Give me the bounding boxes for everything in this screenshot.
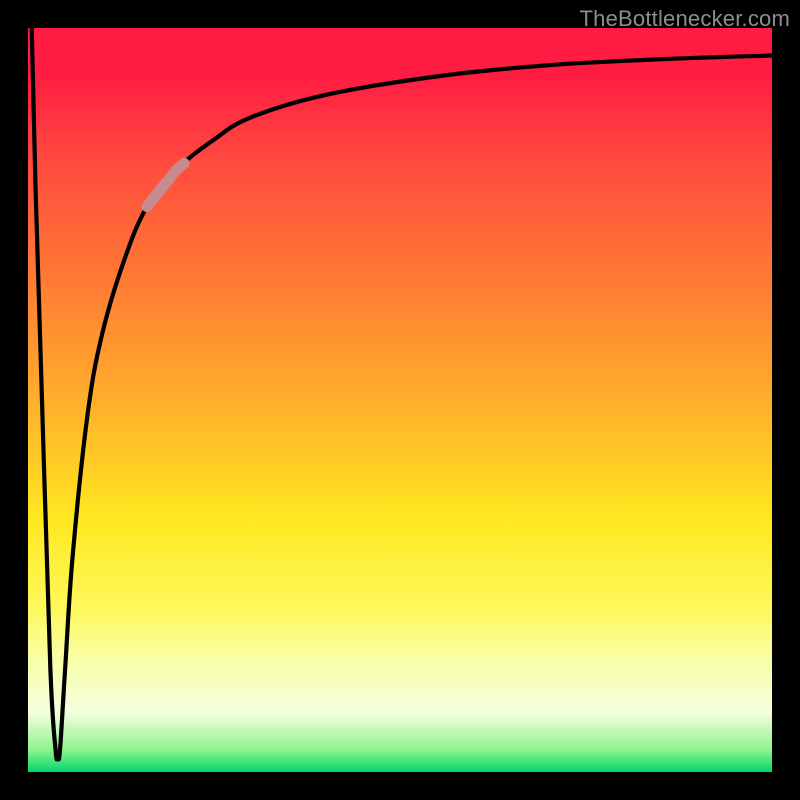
chart-frame: TheBottlenecker.com	[0, 0, 800, 800]
bottleneck-curve	[28, 28, 772, 772]
curve-highlight	[147, 163, 184, 206]
chart-plot-area	[28, 28, 772, 772]
attribution-label: TheBottlenecker.com	[580, 6, 790, 32]
curve-path	[32, 28, 772, 759]
